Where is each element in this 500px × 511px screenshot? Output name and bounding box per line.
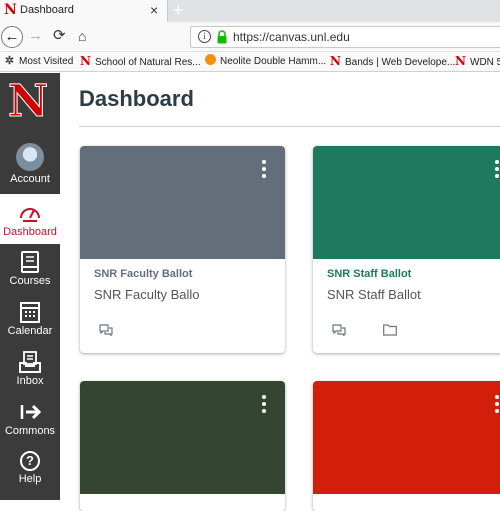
nav-label: Commons <box>4 425 56 437</box>
card-title[interactable]: SNR Staff Ballot <box>327 268 411 280</box>
nav-calendar[interactable]: Calendar <box>0 301 60 337</box>
nav-account[interactable]: Account <box>0 143 60 185</box>
close-icon[interactable]: × <box>150 2 158 18</box>
card-hero[interactable] <box>80 146 285 259</box>
tab-dashboard[interactable]: N Dashboard × <box>0 0 168 22</box>
forward-icon[interactable]: → <box>28 28 43 44</box>
card-hero[interactable] <box>80 381 285 494</box>
discussion-icon[interactable] <box>99 324 113 336</box>
discussion-icon[interactable] <box>332 324 346 336</box>
title-divider <box>79 126 500 127</box>
url-bar[interactable]: i https://canvas.unl.edu <box>190 26 500 48</box>
lock-icon <box>217 30 227 44</box>
more-vertical-icon[interactable] <box>261 395 267 413</box>
calendar-icon <box>20 302 40 323</box>
gear-icon: ✲ <box>4 55 15 67</box>
more-vertical-icon[interactable] <box>494 395 500 413</box>
dashboard-main: Dashboard SNR Faculty Ballot SNR Faculty… <box>60 73 500 511</box>
bookmark-label: Bands | Web Develope... <box>345 57 456 68</box>
nav-label: Account <box>10 173 50 185</box>
new-tab-icon[interactable]: + <box>173 0 184 20</box>
bookmark-most-visited[interactable]: ✲ Most Visited <box>4 54 73 69</box>
nav-label: Courses <box>9 275 51 287</box>
n-icon: N <box>330 54 341 68</box>
nav-dashboard[interactable]: Dashboard <box>0 194 60 244</box>
global-nav: N Account Dashboard Courses Calendar Inb… <box>0 73 60 500</box>
bookmark-neolite[interactable]: Neolite Double Hamm... <box>205 54 326 69</box>
bookmarks-bar: ✲ Most Visited N School of Natural Res... … <box>0 52 500 72</box>
url-text: https://canvas.unl.edu <box>233 30 350 44</box>
n-icon: N <box>455 54 466 68</box>
more-vertical-icon[interactable] <box>494 160 500 178</box>
course-card[interactable] <box>313 381 500 511</box>
n-favicon-icon: N <box>4 2 17 18</box>
n-icon: N <box>80 54 91 68</box>
info-icon[interactable]: i <box>198 30 211 43</box>
bookmark-school-natural-res[interactable]: N School of Natural Res... <box>80 54 201 70</box>
card-hero[interactable] <box>313 381 500 494</box>
share-arrow-icon <box>20 404 42 420</box>
nav-help[interactable]: ? Help <box>0 451 60 485</box>
back-icon[interactable]: ← <box>1 26 23 48</box>
nav-inbox[interactable]: Inbox <box>0 351 60 387</box>
bookmark-label: Most Visited <box>19 56 74 67</box>
reload-icon[interactable]: ⟳ <box>53 27 66 45</box>
bookmark-label: WDN 5. <box>470 57 500 68</box>
book-icon <box>21 251 39 273</box>
folder-icon[interactable] <box>383 324 397 336</box>
speedometer-icon <box>20 208 40 222</box>
card-title[interactable]: SNR Faculty Ballot <box>94 268 192 280</box>
inbox-icon <box>19 351 41 373</box>
course-card[interactable]: SNR Staff Ballot SNR Staff Ballot <box>313 146 500 353</box>
course-card[interactable] <box>80 381 285 511</box>
card-subtitle: SNR Faculty Ballo <box>94 287 200 302</box>
bookmark-bands[interactable]: N Bands | Web Develope... <box>330 54 455 70</box>
avatar <box>16 143 44 171</box>
card-hero[interactable] <box>313 146 500 259</box>
nav-courses[interactable]: Courses <box>0 251 60 287</box>
nav-label: Calendar <box>7 325 53 337</box>
bookmark-wdn[interactable]: N WDN 5. <box>455 54 500 70</box>
browser-tab-strip: N Dashboard × + <box>0 0 500 22</box>
card-subtitle: SNR Staff Ballot <box>327 287 421 302</box>
more-vertical-icon[interactable] <box>261 160 267 178</box>
sun-icon <box>205 54 216 65</box>
unl-logo[interactable]: N <box>0 73 60 131</box>
nav-label: Dashboard <box>3 226 57 238</box>
help-icon: ? <box>20 451 40 471</box>
bookmark-label: Neolite Double Hamm... <box>220 56 327 67</box>
nav-commons[interactable]: Commons <box>0 401 60 437</box>
bookmark-label: School of Natural Res... <box>95 57 201 68</box>
browser-toolbar: ← → ⟳ ⌂ i https://canvas.unl.edu <box>0 22 500 52</box>
logo-letter: N <box>7 76 49 127</box>
nav-label: Help <box>18 473 42 485</box>
tab-title: Dashboard <box>20 4 74 16</box>
course-card[interactable]: SNR Faculty Ballot SNR Faculty Ballo <box>80 146 285 353</box>
nav-label: Inbox <box>16 375 44 387</box>
page-title: Dashboard <box>79 86 194 111</box>
home-icon[interactable]: ⌂ <box>78 27 86 45</box>
